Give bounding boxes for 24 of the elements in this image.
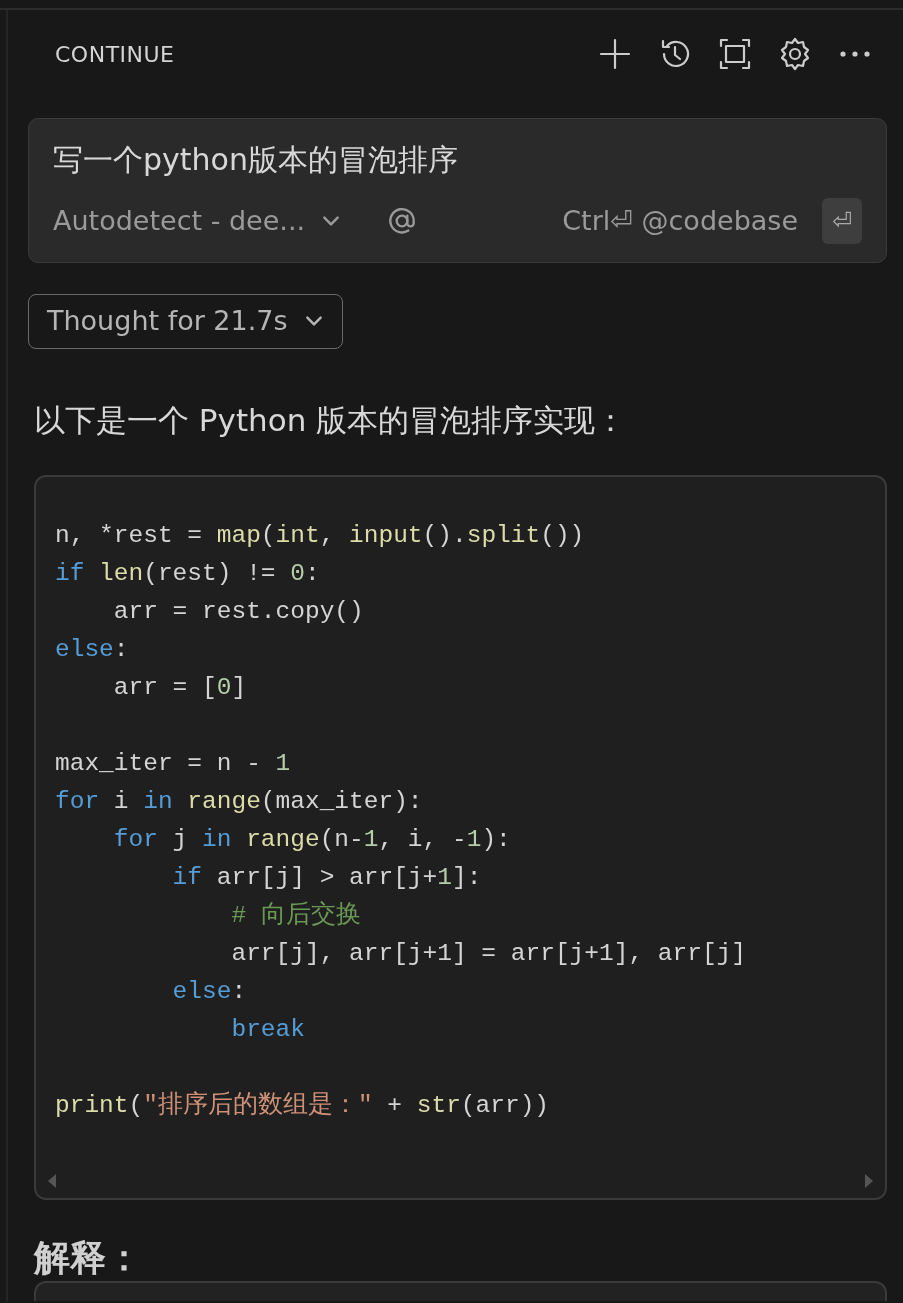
paragraph: 以下是一个 Python 版本的冒泡排序实现： bbox=[34, 400, 628, 440]
fullscreen-icon[interactable] bbox=[717, 36, 753, 72]
model-dropdown[interactable]: Autodetect - dee... bbox=[53, 200, 342, 242]
code-line: # 向后交换 bbox=[230, 900, 362, 931]
code-line: arr[j], arr[j+1] = arr[j+1], arr[j] bbox=[230, 939, 747, 969]
section-heading: 解释： bbox=[34, 1236, 143, 1280]
code-line: max_iter = n - 1 bbox=[55, 749, 292, 779]
panel-title: CONTINUE bbox=[55, 40, 175, 69]
code-line: arr = [0] bbox=[112, 673, 248, 703]
enter-button[interactable]: ⏎ bbox=[822, 198, 862, 244]
code-line: arr = rest.copy() bbox=[112, 597, 365, 627]
thought-toggle[interactable]: Thought for 21.7s bbox=[28, 294, 343, 349]
add-icon[interactable] bbox=[597, 36, 633, 72]
code-line: if len(rest) != 0: bbox=[55, 559, 321, 589]
code-line: n, *rest = map(int, input().split()) bbox=[55, 521, 586, 551]
shortcut-hint: Ctrl⏎ @codebase bbox=[562, 203, 798, 238]
code-line: print("排序后的数组是：" + str(arr)) bbox=[55, 1090, 551, 1121]
code-line: break bbox=[230, 1015, 306, 1045]
code-line: if arr[j] > arr[j+1]: bbox=[171, 863, 483, 893]
prompt-text: 写一个python版本的冒泡排序 bbox=[53, 141, 459, 179]
code-line: else: bbox=[171, 977, 248, 1007]
code-line: for j in range(n-1, i, -1): bbox=[112, 825, 512, 855]
code-line: for i in range(max_iter): bbox=[55, 787, 424, 817]
code-line: else: bbox=[55, 635, 130, 665]
